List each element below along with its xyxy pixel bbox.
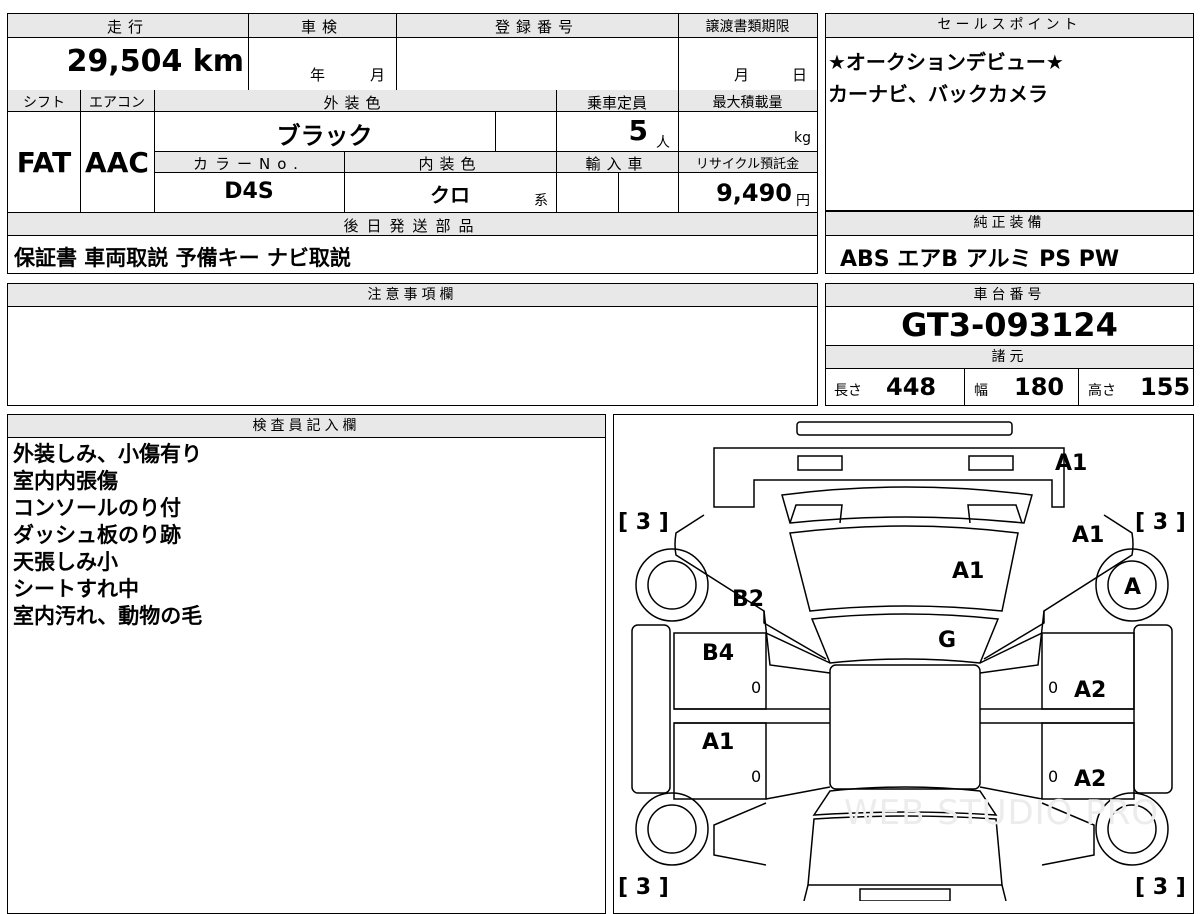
inspection-label: 車検 bbox=[300, 18, 343, 36]
mileage-label: 走行 bbox=[106, 18, 149, 36]
grade-rear-right: [ 3 ] bbox=[1135, 875, 1186, 900]
registration-label: 登録番号 bbox=[494, 18, 579, 36]
caution-label: 注意事項欄 bbox=[8, 284, 817, 307]
sales-point-label: セールスポイント bbox=[826, 14, 1193, 38]
maxload-unit: kg bbox=[794, 130, 811, 146]
inspector-note-2: 室内内張傷 bbox=[13, 469, 118, 493]
interior-value: クロ bbox=[430, 183, 470, 207]
damage-fender-left-b2: B2 bbox=[732, 587, 765, 612]
sales-point-line-2: カーナビ、バックカメラ bbox=[828, 82, 1048, 106]
damage-door-rear-right-a2: A2 bbox=[1074, 767, 1107, 792]
height-value: 155 bbox=[1140, 373, 1191, 401]
chassis-label: 車台番号 bbox=[826, 284, 1193, 307]
damage-door-front-right-a2: A2 bbox=[1074, 678, 1107, 703]
headlight-left-shape bbox=[797, 455, 843, 471]
exterior-value: ブラック bbox=[276, 122, 373, 150]
damage-windshield-g: G bbox=[938, 628, 957, 653]
car-damage-diagram: [ 3 ] [ 3 ] [ 3 ] [ 3 ] A1 A1 A1 A B2 G … bbox=[613, 414, 1194, 914]
inspector-note-6: シートすれ中 bbox=[13, 577, 139, 601]
inspector-note-1: 外装しみ、小傷有り bbox=[13, 442, 202, 466]
ac-label: エアコン bbox=[89, 95, 145, 111]
capacity-value: 5 bbox=[628, 114, 648, 147]
caution-box: 注意事項欄 bbox=[7, 283, 818, 406]
transfer-deadline-label: 譲渡書類期限 bbox=[705, 19, 790, 35]
ac-value: AAC bbox=[85, 146, 149, 179]
later-parts-value: 保証書 車両取説 予備キー ナビ取説 bbox=[14, 246, 351, 270]
height-label: 高さ bbox=[1088, 383, 1116, 399]
side-sill-right-shape bbox=[1133, 624, 1173, 794]
inspector-note-4: ダッシュ板のり跡 bbox=[13, 523, 181, 547]
width-value: 180 bbox=[1014, 373, 1065, 401]
inspector-note-5: 天張しみ小 bbox=[13, 550, 118, 574]
sales-point-box: セールスポイント ★オークションデビュー★ カーナビ、バックカメラ bbox=[825, 13, 1194, 211]
door-mark-0-1: 0 bbox=[751, 678, 762, 697]
damage-front-a1: A1 bbox=[1055, 451, 1088, 476]
damage-wheel-right-a: A bbox=[1124, 575, 1142, 600]
color-no-value: D4S bbox=[224, 179, 274, 204]
chassis-number: GT3-093124 bbox=[901, 306, 1118, 344]
width-label: 幅 bbox=[974, 383, 988, 399]
wheel-rear-left-shape bbox=[635, 792, 709, 866]
damage-door-rear-left-a1: A1 bbox=[702, 730, 735, 755]
shift-value: FAT bbox=[16, 146, 72, 179]
length-label: 長さ bbox=[834, 383, 862, 399]
inspection-month: 月 bbox=[370, 66, 386, 84]
recycle-label: リサイクル預託金 bbox=[695, 157, 800, 172]
recycle-unit: 円 bbox=[796, 193, 810, 209]
recycle-value: 9,490 bbox=[716, 179, 792, 207]
color-no-label: カラーNo. bbox=[193, 155, 305, 173]
side-sill-left-shape bbox=[631, 624, 671, 794]
sales-point-line-1: ★オークションデビュー★ bbox=[828, 50, 1064, 74]
front-panel-shape bbox=[713, 447, 1065, 508]
chassis-box: 車台番号 GT3-093124 諸元 長さ 448 幅 180 高さ 155 bbox=[825, 283, 1194, 406]
inspector-note-7: 室内汚れ、動物の毛 bbox=[13, 604, 203, 628]
maxload-label: 最大積載量 bbox=[712, 95, 783, 111]
door-mark-0-4: 0 bbox=[1048, 767, 1059, 786]
inspection-year: 年 bbox=[310, 66, 326, 84]
wheel-front-left-shape bbox=[635, 548, 709, 622]
grade-rear-left: [ 3 ] bbox=[618, 875, 669, 900]
inspector-note-3: コンソールのり付 bbox=[13, 496, 181, 520]
inspector-notes-box: 検査員記入欄 外装しみ、小傷有り 室内内張傷 コンソールのり付 ダッシュ板のり跡… bbox=[7, 414, 606, 914]
transfer-day: 日 bbox=[792, 66, 808, 84]
roof-shape bbox=[829, 664, 981, 790]
later-parts-label: 後日発送部品 bbox=[343, 217, 482, 235]
damage-door-front-left-b4: B4 bbox=[702, 641, 735, 666]
damage-hood-a1: A1 bbox=[952, 559, 985, 584]
grade-front-left: [ 3 ] bbox=[618, 510, 669, 535]
door-mark-0-3: 0 bbox=[1048, 678, 1059, 697]
interior-label: 内装色 bbox=[418, 155, 482, 173]
specs-label: 諸元 bbox=[826, 345, 1193, 369]
import-label: 輸入車 bbox=[585, 155, 649, 173]
equipment-label: 純正装備 bbox=[826, 212, 1193, 236]
interior-suffix: 系 bbox=[534, 193, 548, 209]
front-bumper-shape bbox=[796, 421, 1013, 436]
transfer-month: 月 bbox=[734, 66, 750, 84]
capacity-unit: 人 bbox=[656, 135, 670, 151]
capacity-label: 乗車定員 bbox=[586, 94, 647, 112]
windshield-shape bbox=[810, 613, 1000, 664]
door-mark-0-2: 0 bbox=[751, 767, 762, 786]
shift-label: シフト bbox=[23, 95, 65, 111]
headlight-right-shape bbox=[968, 455, 1014, 471]
damage-fender-right-a1: A1 bbox=[1072, 523, 1105, 548]
vehicle-info-grid: 走行 車検 登録番号 譲渡書類期限 29,504 km 年 月 月 日 シフト … bbox=[7, 13, 818, 274]
watermark: WEB STUDIO PRO bbox=[844, 793, 1160, 833]
inspector-notes-label: 検査員記入欄 bbox=[8, 415, 605, 438]
equipment-value: ABS エアB アルミ PS PW bbox=[840, 247, 1120, 272]
mileage-value: 29,504 km bbox=[66, 44, 244, 79]
equipment-box: 純正装備 ABS エアB アルミ PS PW bbox=[825, 211, 1194, 274]
exterior-label: 外装色 bbox=[323, 94, 387, 112]
length-value: 448 bbox=[886, 373, 937, 401]
grade-front-right: [ 3 ] bbox=[1135, 510, 1186, 535]
